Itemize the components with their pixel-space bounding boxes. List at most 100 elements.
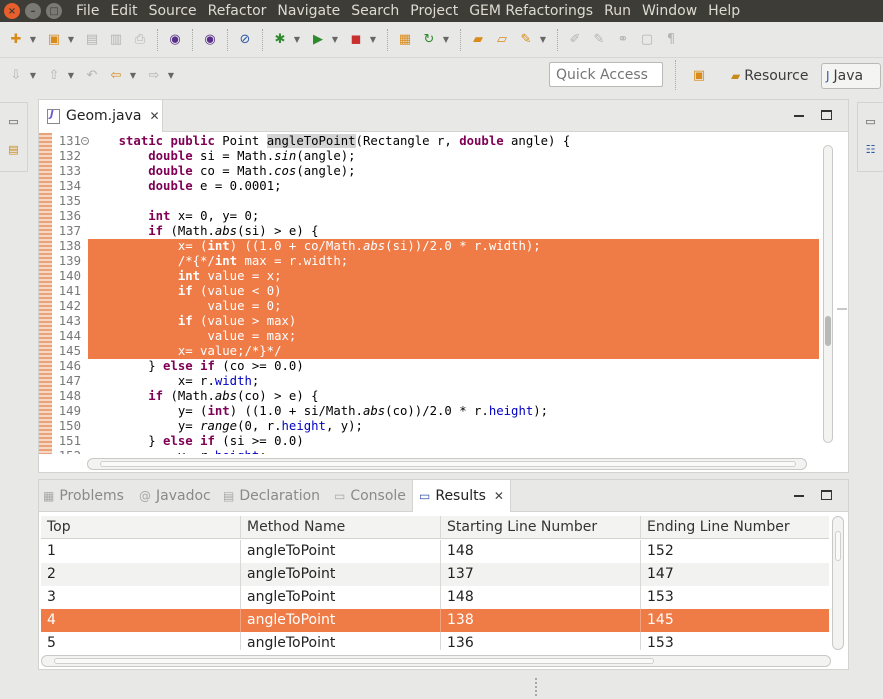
editor-tab-geom-java[interactable]: Geom.java ✕	[39, 100, 163, 132]
code-line[interactable]: 144 value = max;	[39, 329, 822, 344]
code-line[interactable]: 139 /*{*/int max = r.width;	[39, 254, 822, 269]
table-row[interactable]: 4 angleToPoint 138 145	[41, 609, 829, 632]
code-line[interactable]: 152 y= r.height;	[39, 449, 822, 454]
code-line[interactable]: 143 if (value > max)	[39, 314, 822, 329]
tab-results[interactable]: ▭ Results ✕	[412, 480, 511, 512]
menu-source[interactable]: Source	[149, 3, 197, 19]
new-java-package-icon[interactable]: ▣	[43, 29, 65, 51]
save-all-icon[interactable]: ▥	[105, 29, 127, 51]
window-minimize-button[interactable]: –	[25, 3, 41, 19]
table-row[interactable]: 5 angleToPoint 136 153	[41, 632, 829, 650]
code-line[interactable]: 151 } else if (si >= 0.0)	[39, 434, 822, 449]
run-dropdown-icon[interactable]: ▼	[330, 35, 340, 44]
column-header-ending-line[interactable]: Ending Line Number	[641, 516, 829, 539]
table-row[interactable]: 3 angleToPoint 148 153	[41, 586, 829, 609]
debug-dropdown-icon[interactable]: ▼	[292, 35, 302, 44]
package-explorer-icon[interactable]: ▤	[6, 143, 22, 159]
code-line[interactable]: 138 x= (int) ((1.0 + co/Math.abs(si))/2.…	[39, 239, 822, 254]
restore-icon[interactable]: ▭	[6, 115, 22, 131]
window-close-button[interactable]: ×	[4, 3, 20, 19]
table-row[interactable]: 1 angleToPoint 148 152	[41, 540, 829, 563]
menu-refactor[interactable]: Refactor	[208, 3, 267, 19]
menu-project[interactable]: Project	[410, 3, 458, 19]
editor-horizontal-scrollbar[interactable]	[87, 458, 807, 470]
open-type-icon[interactable]: ◉	[164, 29, 186, 51]
menu-search[interactable]: Search	[351, 3, 399, 19]
forward-dropdown-icon[interactable]: ▼	[166, 71, 176, 80]
open-perspective-icon[interactable]: ▣	[689, 65, 709, 85]
previous-annotation-dropdown-icon[interactable]: ▼	[66, 71, 76, 80]
menu-gem-refactorings[interactable]: GEM Refactorings	[469, 3, 593, 19]
results-vertical-scrollbar[interactable]	[832, 516, 844, 650]
link-icon[interactable]: ⚭	[612, 29, 634, 51]
menu-edit[interactable]: Edit	[110, 3, 137, 19]
menu-navigate[interactable]: Navigate	[277, 3, 340, 19]
previous-annotation-icon[interactable]: ⇧	[43, 64, 65, 86]
block-selection-icon[interactable]: ▢	[636, 29, 658, 51]
perspective-resource-button[interactable]: ▰ Resource	[727, 64, 812, 88]
coverage-dropdown-icon[interactable]: ▼	[368, 35, 378, 44]
column-header-top[interactable]: Top	[41, 516, 241, 539]
code-line[interactable]: 150 y= range(0, r.height, y);	[39, 419, 822, 434]
open-task-icon[interactable]: ◉	[199, 29, 221, 51]
overview-ruler[interactable]	[836, 133, 848, 454]
next-annotation-dropdown-icon[interactable]: ▼	[28, 71, 38, 80]
refresh-icon[interactable]: ↻	[418, 29, 440, 51]
code-editor[interactable]: 131− static public Point angleToPoint(Re…	[39, 133, 822, 454]
toggle-breakpoint-icon[interactable]: ⊘	[234, 29, 256, 51]
new-icon[interactable]: ✚	[5, 29, 27, 51]
code-line[interactable]: 131− static public Point angleToPoint(Re…	[39, 134, 822, 149]
restore-icon[interactable]: ▭	[863, 115, 879, 131]
code-line[interactable]: 149 y= (int) ((1.0 + si/Math.abs(co))/2.…	[39, 404, 822, 419]
column-header-starting-line[interactable]: Starting Line Number	[441, 516, 641, 539]
save-icon[interactable]: ▤	[81, 29, 103, 51]
code-line[interactable]: 142 value = 0;	[39, 299, 822, 314]
pen-icon[interactable]: ✎	[515, 29, 537, 51]
new-java-project-icon[interactable]: ▦	[394, 29, 416, 51]
code-line[interactable]: 137 if (Math.abs(si) > e) {	[39, 224, 822, 239]
code-line[interactable]: 140 int value = x;	[39, 269, 822, 284]
code-line[interactable]: 147 x= r.width;	[39, 374, 822, 389]
minimize-icon[interactable]	[794, 495, 804, 497]
close-icon[interactable]: ✕	[149, 109, 159, 123]
perspective-java-button[interactable]: J Java	[821, 63, 881, 89]
folder-icon[interactable]: ▱	[491, 29, 513, 51]
menu-help[interactable]: Help	[708, 3, 740, 19]
scroll-thumb[interactable]	[825, 316, 831, 346]
close-icon[interactable]: ✕	[494, 489, 504, 503]
open-folder-icon[interactable]: ▰	[467, 29, 489, 51]
annotation-icon[interactable]: ✐	[564, 29, 586, 51]
outline-icon[interactable]: ☷	[863, 143, 879, 159]
code-line[interactable]: 141 if (value < 0)	[39, 284, 822, 299]
tab-problems[interactable]: ▦ Problems	[43, 480, 124, 512]
code-line[interactable]: 136 int x= 0, y= 0;	[39, 209, 822, 224]
refresh-dropdown-icon[interactable]: ▼	[441, 35, 451, 44]
maximize-icon[interactable]	[821, 490, 832, 500]
show-whitespace-icon[interactable]: ¶	[660, 29, 682, 51]
window-maximize-button[interactable]: □	[46, 3, 62, 19]
code-line[interactable]: 135	[39, 194, 822, 209]
coverage-icon[interactable]: ◼	[345, 29, 367, 51]
tab-declaration[interactable]: ▤ Declaration	[223, 480, 320, 512]
code-line[interactable]: 132 double si = Math.sin(angle);	[39, 149, 822, 164]
print-icon[interactable]: ⎙	[129, 29, 151, 51]
next-annotation-icon[interactable]: ⇩	[5, 64, 27, 86]
last-edit-icon[interactable]: ↶	[81, 64, 103, 86]
pen-dropdown-icon[interactable]: ▼	[538, 35, 548, 44]
menu-window[interactable]: Window	[642, 3, 697, 19]
debug-icon[interactable]: ✱	[269, 29, 291, 51]
menu-run[interactable]: Run	[604, 3, 631, 19]
maximize-icon[interactable]	[821, 110, 832, 120]
back-icon[interactable]: ⇦	[105, 64, 127, 86]
back-dropdown-icon[interactable]: ▼	[128, 71, 138, 80]
table-row[interactable]: 2 angleToPoint 137 147	[41, 563, 829, 586]
menu-file[interactable]: File	[76, 3, 99, 19]
new-dropdown-icon[interactable]: ▼	[28, 35, 38, 44]
scroll-thumb[interactable]	[100, 461, 796, 467]
scroll-thumb[interactable]	[835, 531, 841, 561]
tab-console[interactable]: ▭ Console	[334, 480, 406, 512]
run-icon[interactable]: ▶	[307, 29, 329, 51]
code-line[interactable]: 145 x= value;/*}*/	[39, 344, 822, 359]
fold-collapse-icon[interactable]: −	[81, 137, 89, 145]
quick-access-input[interactable]	[549, 62, 663, 87]
